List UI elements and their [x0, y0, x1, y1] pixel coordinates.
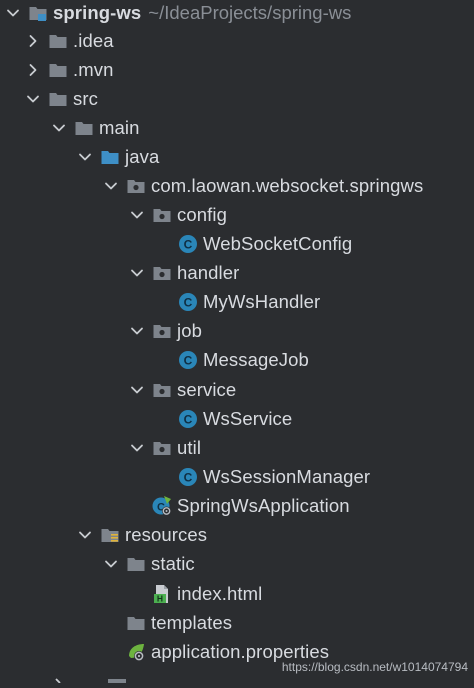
- tree-node-wssessionmanager[interactable]: WsSessionManager: [156, 462, 474, 491]
- tree-node-src[interactable]: src: [26, 84, 474, 113]
- chevron-right-icon[interactable]: [26, 34, 40, 48]
- spring-properties-icon: [126, 642, 146, 662]
- tree-node-label: src: [73, 87, 98, 109]
- package-icon: [152, 263, 172, 283]
- chevron-right-icon[interactable]: [26, 63, 40, 77]
- tree-node-label: .mvn: [73, 58, 114, 80]
- tree-node-label: job: [177, 319, 202, 341]
- folder-icon: [48, 60, 68, 80]
- chevron-down-icon[interactable]: [6, 6, 20, 20]
- package-icon: [152, 438, 172, 458]
- chevron-down-icon[interactable]: [104, 557, 118, 571]
- tree-node-label: service: [177, 378, 237, 400]
- folder-icon: [48, 89, 68, 109]
- tree-node-idea[interactable]: .idea: [26, 26, 474, 55]
- tree-node-label: MyWsHandler: [203, 290, 321, 312]
- tree-node-templates[interactable]: templates: [104, 608, 474, 637]
- tree-node-project-root[interactable]: spring-ws ~/IdeaProjects/spring-ws: [6, 0, 474, 27]
- module-folder-icon: [28, 3, 48, 23]
- java-class-icon: [178, 234, 198, 254]
- java-class-icon: [178, 409, 198, 429]
- folder-icon: [74, 118, 94, 138]
- tree-node-util[interactable]: util: [130, 433, 474, 462]
- tree-node-mywshandler[interactable]: MyWsHandler: [156, 287, 474, 316]
- folder-icon: [126, 554, 146, 574]
- tree-node-label: index.html: [177, 582, 263, 604]
- tree-node-job[interactable]: job: [130, 316, 474, 345]
- project-tree: spring-ws ~/IdeaProjects/spring-ws .idea…: [0, 0, 474, 684]
- tree-node-label: spring-ws: [53, 1, 142, 23]
- tree-node-messagejob[interactable]: MessageJob: [156, 345, 474, 374]
- chevron-down-icon[interactable]: [104, 179, 118, 193]
- folder-icon: [48, 31, 68, 51]
- tree-node-label: util: [177, 436, 202, 458]
- tree-node-resources[interactable]: resources: [78, 520, 474, 549]
- chevron-down-icon[interactable]: [78, 150, 92, 164]
- tree-node-springwsapplication[interactable]: SpringWsApplication: [130, 491, 474, 520]
- tree-node-java[interactable]: java: [78, 142, 474, 171]
- folder-icon: [126, 613, 146, 633]
- chevron-down-icon[interactable]: [130, 324, 144, 338]
- tree-node-label: resources: [125, 523, 208, 545]
- chevron-down-icon[interactable]: [26, 92, 40, 106]
- watermark: https://blog.csdn.net/w1014074794: [281, 660, 468, 674]
- package-icon: [126, 176, 146, 196]
- tree-node-package[interactable]: com.laowan.websocket.springws: [104, 171, 474, 200]
- tree-node-label: main: [99, 116, 140, 138]
- chevron-down-icon[interactable]: [130, 441, 144, 455]
- package-icon: [152, 380, 172, 400]
- tree-node-label: WebSocketConfig: [203, 232, 353, 254]
- tree-node-label: WsSessionManager: [203, 465, 371, 487]
- tree-node-label: .idea: [73, 29, 114, 51]
- source-folder-icon: [100, 147, 120, 167]
- tree-node-label: WsService: [203, 407, 293, 429]
- tree-node-service[interactable]: service: [130, 375, 474, 404]
- tree-node-label: handler: [177, 261, 240, 283]
- spring-boot-application-icon: [152, 496, 172, 516]
- tree-node-label: config: [177, 203, 227, 225]
- java-class-icon: [178, 467, 198, 487]
- chevron-down-icon[interactable]: [130, 383, 144, 397]
- tree-node-websocketconfig[interactable]: WebSocketConfig: [156, 229, 474, 258]
- tree-node-handler[interactable]: handler: [130, 258, 474, 287]
- chevron-down-icon[interactable]: [52, 121, 66, 135]
- tree-node-config[interactable]: config: [130, 200, 474, 229]
- tree-node-index-html[interactable]: index.html: [130, 579, 474, 608]
- tree-node-wsservice[interactable]: WsService: [156, 404, 474, 433]
- tree-node-label: SpringWsApplication: [177, 494, 350, 516]
- package-icon: [152, 321, 172, 341]
- project-path: ~/IdeaProjects/spring-ws: [148, 1, 352, 23]
- chevron-down-icon[interactable]: [130, 208, 144, 222]
- java-class-icon: [178, 292, 198, 312]
- package-icon: [152, 205, 172, 225]
- resources-folder-icon: [100, 525, 120, 545]
- java-class-icon: [178, 350, 198, 370]
- chevron-down-icon[interactable]: [78, 528, 92, 542]
- tree-node-label: java: [125, 145, 160, 167]
- tree-node-label: templates: [151, 611, 233, 633]
- tree-node-label: com.laowan.websocket.springws: [151, 174, 424, 196]
- html-file-icon: [152, 584, 172, 604]
- chevron-right-icon: [55, 678, 126, 684]
- tree-node-mvn[interactable]: .mvn: [26, 55, 474, 84]
- tree-node-static[interactable]: static: [104, 549, 474, 578]
- chevron-down-icon[interactable]: [130, 266, 144, 280]
- tree-node-label: MessageJob: [203, 348, 309, 370]
- tree-node-main[interactable]: main: [52, 113, 474, 142]
- tree-node-label: static: [151, 552, 195, 574]
